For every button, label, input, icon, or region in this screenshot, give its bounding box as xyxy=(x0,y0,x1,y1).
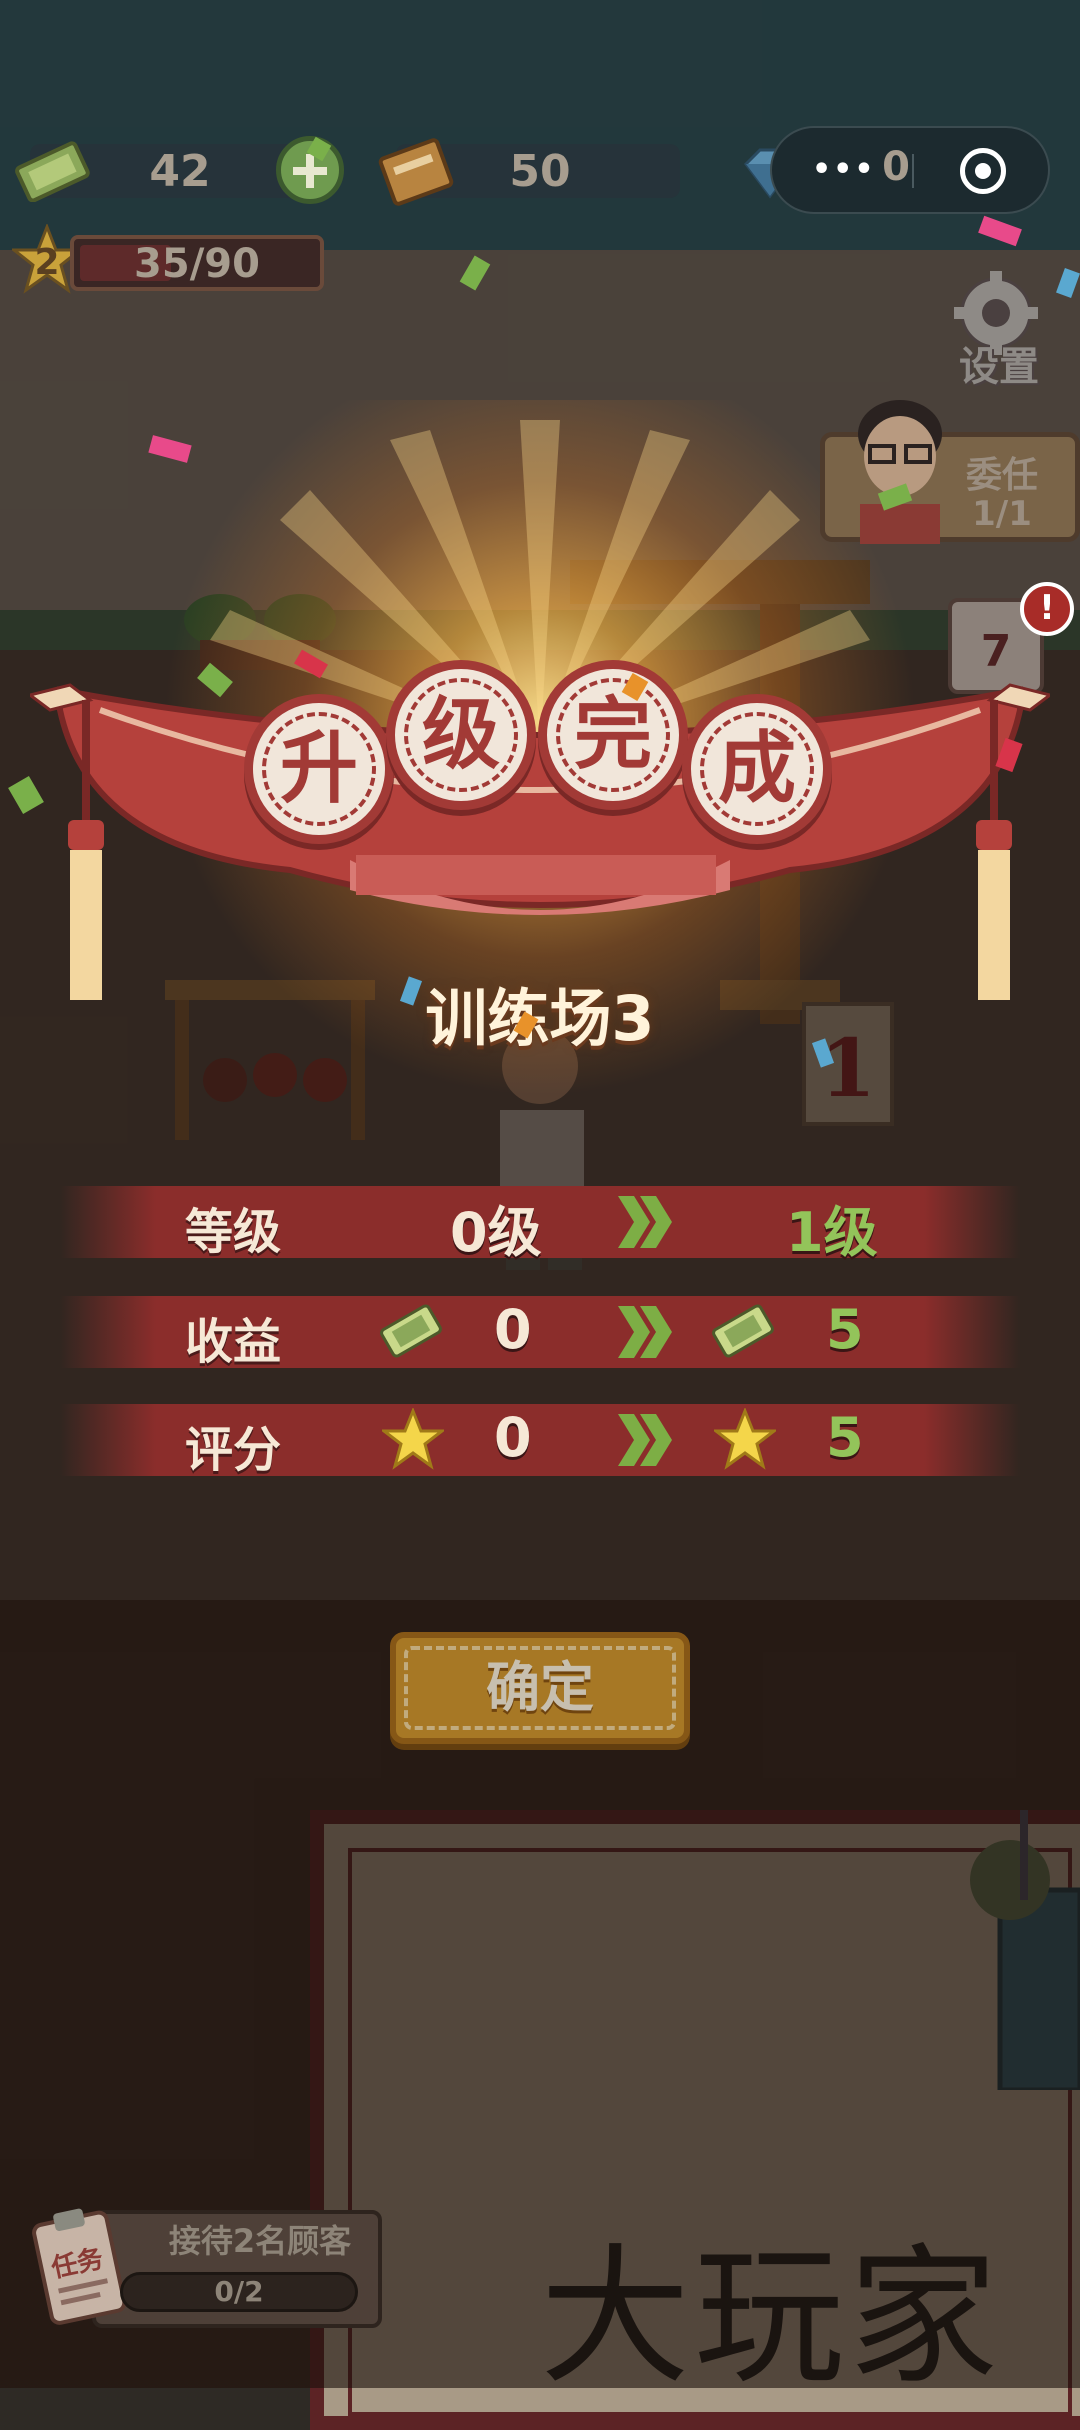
gems-amount: 0 xyxy=(882,144,910,190)
stat-label-income: 收益 xyxy=(185,1314,282,1370)
star-icon xyxy=(714,1408,776,1470)
quest-progress-bar: 0/2 xyxy=(120,2272,358,2312)
cash-icon xyxy=(712,1304,774,1358)
quest-title: 接待2名顾客 xyxy=(168,2222,352,2260)
title-char-3: 完 xyxy=(573,690,652,780)
commission-title: 委任 xyxy=(965,455,1038,496)
stat-new-rating: 5 xyxy=(826,1406,864,1469)
building-name: 训练场3 xyxy=(425,982,655,1055)
books-amount: 50 xyxy=(509,146,571,197)
stat-new-income: 5 xyxy=(826,1298,864,1361)
book-icon xyxy=(378,138,454,206)
title-char-1: 升 xyxy=(279,724,358,814)
title-medal-4: 成 xyxy=(682,694,832,844)
watermark: 大玩家 xyxy=(540,2231,1003,2405)
cash-icon xyxy=(15,141,90,202)
xp-bar: 35/90 xyxy=(70,235,324,291)
quest-progress-text: 0/2 xyxy=(214,2275,264,2308)
xp-text: 35/90 xyxy=(134,241,260,287)
more-icon[interactable]: ••• xyxy=(812,152,876,187)
client-avatar xyxy=(858,400,942,544)
title-char-2: 级 xyxy=(421,690,500,780)
close-target-icon[interactable] xyxy=(960,148,1006,194)
cash-amount: 42 xyxy=(149,146,211,197)
cash-icon xyxy=(380,1304,442,1358)
chevron-right-icon xyxy=(618,1196,672,1248)
title-char-4: 成 xyxy=(717,724,796,814)
stat-new-level: 1级 xyxy=(786,1201,878,1264)
upgrade-banner xyxy=(30,683,1050,1000)
chevron-right-icon xyxy=(618,1414,672,1466)
title-medal-2: 级 xyxy=(386,660,536,810)
miniprogram-capsule: ••• 0 xyxy=(770,126,1050,214)
settings-label[interactable]: 设置 xyxy=(944,334,1054,392)
alert-badge: ! xyxy=(1020,582,1074,636)
title-medal-3: 完 xyxy=(538,660,688,810)
stat-label-level: 等级 xyxy=(185,1204,282,1260)
title-medal-1: 升 xyxy=(244,694,394,844)
stat-old-level: 0级 xyxy=(450,1201,542,1264)
stat-old-rating: 0 xyxy=(494,1406,532,1469)
commission-count: 1/1 xyxy=(972,494,1032,534)
level-number: 2 xyxy=(34,242,60,283)
stat-old-income: 0 xyxy=(494,1298,532,1361)
stat-label-rating: 评分 xyxy=(185,1422,282,1478)
chevron-right-icon xyxy=(618,1306,672,1358)
star-icon xyxy=(382,1408,444,1470)
task-note-icon[interactable]: 任务 xyxy=(28,2202,128,2332)
